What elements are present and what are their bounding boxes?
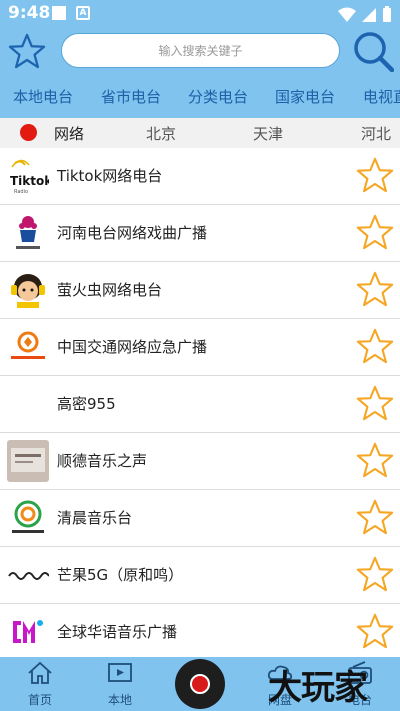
- region-selector: 网络 北京 天津 河北: [0, 118, 400, 148]
- station-list: Tiktok Radio Tiktok网络电台 河南电台网络戏曲广播 萤火虫网络…: [0, 148, 400, 657]
- battery-icon: [383, 6, 391, 22]
- app-header: [0, 27, 400, 75]
- nav-home-label: 首页: [27, 693, 52, 707]
- station-name: 芒果5G（原和鸣）: [57, 566, 184, 584]
- list-item[interactable]: Tiktok Radio Tiktok网络电台: [0, 148, 400, 205]
- nav-local-label: 本地: [107, 693, 132, 707]
- svg-text:Tiktok: Tiktok: [10, 174, 49, 188]
- now-playing-disc[interactable]: [175, 659, 225, 709]
- tab-local[interactable]: 本地电台: [13, 86, 73, 107]
- favorite-star-icon[interactable]: [356, 270, 394, 308]
- station-logo: [7, 497, 49, 539]
- region-tianjin[interactable]: 天津: [253, 123, 283, 144]
- favorite-star-icon[interactable]: [356, 156, 394, 194]
- favorite-star-icon[interactable]: [356, 612, 394, 650]
- list-item[interactable]: 中国交通网络应急广播: [0, 319, 400, 376]
- favorite-star-icon[interactable]: [356, 441, 394, 479]
- tab-tv[interactable]: 电视直: [363, 86, 400, 107]
- station-logo: [7, 212, 49, 254]
- station-name: 中国交通网络应急广播: [57, 338, 208, 356]
- notification-a-icon: A: [76, 6, 90, 20]
- svg-text:Radio: Radio: [14, 189, 28, 195]
- notification-square-icon: [52, 6, 66, 20]
- station-name: 全球华语音乐广播: [57, 623, 178, 641]
- favorite-star-icon[interactable]: [356, 555, 394, 593]
- station-logo: [7, 383, 49, 425]
- station-logo: [7, 326, 49, 368]
- station-name: Tiktok网络电台: [57, 167, 163, 185]
- region-hebei[interactable]: 河北: [361, 123, 391, 144]
- list-item[interactable]: 萤火虫网络电台: [0, 262, 400, 319]
- list-item[interactable]: 顺德音乐之声: [0, 433, 400, 490]
- status-time: 9:48: [8, 3, 51, 23]
- station-name: 清晨音乐台: [57, 509, 133, 527]
- search-icon[interactable]: [352, 30, 394, 72]
- tab-province[interactable]: 省市电台: [101, 86, 161, 107]
- play-icon: [190, 674, 210, 694]
- nav-local[interactable]: 本地: [90, 661, 150, 708]
- nav-home[interactable]: 首页: [10, 661, 70, 708]
- status-icons: [337, 4, 392, 22]
- search-input[interactable]: [62, 34, 339, 67]
- tab-category[interactable]: 分类电台: [188, 86, 248, 107]
- home-icon: [28, 661, 52, 684]
- favorites-star-icon[interactable]: [8, 33, 46, 69]
- list-item[interactable]: 高密955: [0, 376, 400, 433]
- signal-icon: [361, 7, 376, 22]
- station-logo: [7, 269, 49, 311]
- station-name: 河南电台网络戏曲广播: [57, 224, 208, 242]
- tab-country[interactable]: 国家电台: [275, 86, 335, 107]
- list-item[interactable]: 河南电台网络戏曲广播: [0, 205, 400, 262]
- list-item[interactable]: 清晨音乐台: [0, 490, 400, 547]
- station-logo: Tiktok Radio: [7, 155, 49, 197]
- watermark: 大玩家: [268, 668, 368, 708]
- region-beijing[interactable]: 北京: [146, 123, 176, 144]
- station-name: 萤火虫网络电台: [57, 281, 163, 299]
- station-logo: [7, 554, 49, 596]
- station-logo: [7, 440, 49, 482]
- favorite-star-icon[interactable]: [356, 498, 394, 536]
- local-media-icon: [108, 663, 132, 682]
- region-network[interactable]: 网络: [54, 123, 84, 144]
- station-name: 高密955: [57, 395, 116, 413]
- station-logo: [7, 611, 49, 653]
- list-item[interactable]: 芒果5G（原和鸣）: [0, 547, 400, 604]
- favorite-star-icon[interactable]: [356, 384, 394, 422]
- favorite-star-icon[interactable]: [356, 327, 394, 365]
- favorite-star-icon[interactable]: [356, 213, 394, 251]
- category-tabs: 本地电台 省市电台 分类电台 国家电台 电视直: [0, 75, 400, 118]
- search-box[interactable]: [61, 33, 340, 68]
- list-item[interactable]: 全球华语音乐广播: [0, 604, 400, 657]
- status-bar: 9:48 A: [0, 0, 400, 27]
- station-name: 顺德音乐之声: [57, 452, 148, 470]
- region-indicator-dot: [20, 124, 37, 141]
- wifi-icon: [337, 7, 356, 22]
